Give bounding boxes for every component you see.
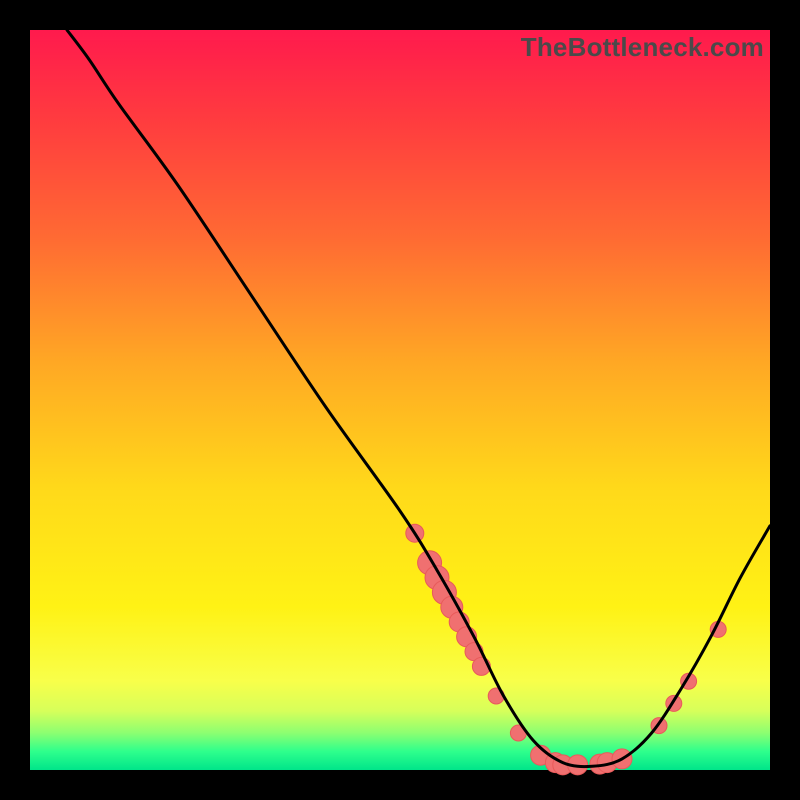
chart-frame: TheBottleneck.com <box>30 30 770 770</box>
bottleneck-curve <box>67 30 770 767</box>
chart-svg <box>30 30 770 770</box>
data-markers <box>406 524 726 775</box>
